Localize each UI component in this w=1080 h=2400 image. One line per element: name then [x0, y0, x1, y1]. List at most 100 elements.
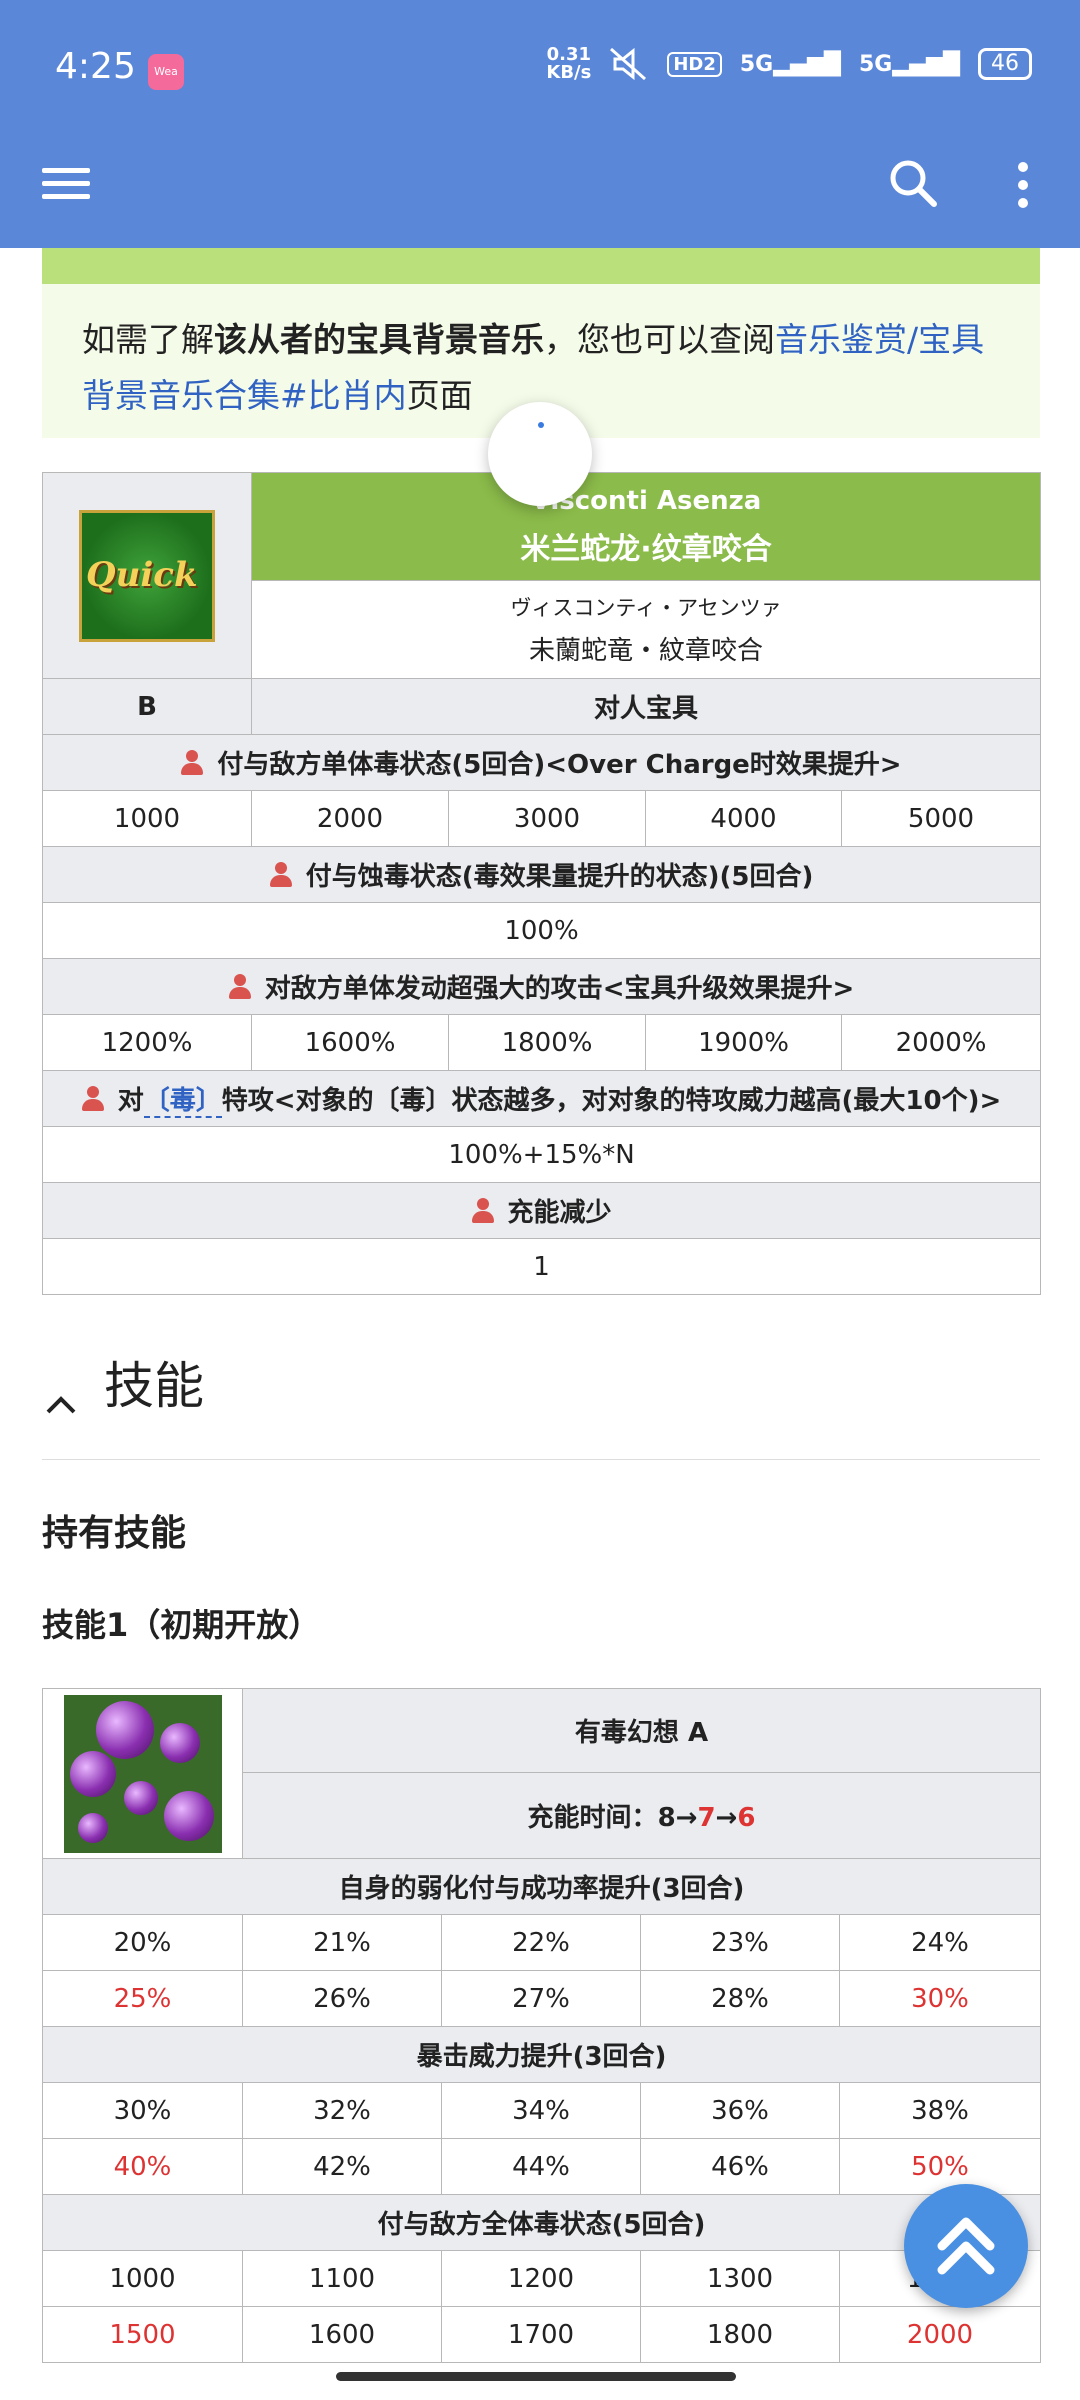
np-effect-4-pre: 对	[117, 1086, 144, 1116]
hamburger-menu-icon[interactable]	[42, 160, 98, 216]
noble-phantasm-table: Quick Visconti Asenza 米兰蛇龙·纹章咬合 ヴィスコンティ・…	[41, 472, 1042, 1295]
skill-1-effect-2-value: 32%	[242, 2082, 442, 2139]
more-options-icon[interactable]	[1008, 154, 1038, 218]
network-speed: 0.31 KB/s	[546, 46, 591, 82]
notice-text-pre: 如需了解	[82, 320, 214, 359]
np-effect-1-value: 3000	[448, 790, 646, 847]
skill-1-effect-1-value: 26%	[242, 1970, 442, 2027]
np-name-cn: 米兰蛇龙·纹章咬合	[520, 531, 772, 567]
poison-status-link[interactable]: 〔毒〕	[143, 1086, 222, 1118]
status-bar: 4:25 Wea 0.31 KB/s HD2 5G▂▄▆█ 5G▂▄▆█ 46	[0, 0, 1080, 140]
scroll-to-top-button[interactable]	[904, 2184, 1028, 2308]
chevron-up-icon[interactable]	[44, 1386, 78, 1420]
skill-1-effect-2-value: 34%	[441, 2082, 641, 2139]
notice-text-post: 页面	[406, 376, 473, 415]
skills-section-title: 技能	[104, 1357, 204, 1415]
np-effect-4: 对〔毒〕特攻<对象的〔毒〕状态越多，对对象的特攻威力越高(最大10个)>	[41, 1070, 1042, 1127]
signal-5g-label-2: 5G	[858, 51, 893, 77]
battery-icon: 46	[978, 48, 1032, 80]
np-effect-3-value: 1900%	[645, 1014, 842, 1071]
skill-1-name: 有毒幻想 A	[242, 1688, 1041, 1773]
notice-text-mid: ，您也可以查阅	[544, 320, 775, 359]
skill-1-effect-3-value: 1100	[242, 2250, 442, 2307]
skill-1-effect-3-value: 1200	[441, 2250, 641, 2307]
skill-1-effect-3-value: 2000	[839, 2306, 1041, 2363]
status-icons: 0.31 KB/s HD2 5G▂▄▆█ 5G▂▄▆█ 46	[546, 46, 1032, 82]
np-effect-1-value: 4000	[645, 790, 842, 847]
np-effect-5-value: 1	[41, 1238, 1042, 1295]
loading-spinner	[488, 402, 592, 506]
skill-1-effect-2-value: 46%	[640, 2138, 840, 2195]
np-effect-3-value: 2000%	[840, 1014, 1042, 1071]
skill-1-cooldown: 充能时间：8→7→6	[242, 1772, 1041, 1859]
np-rank: B	[42, 678, 252, 735]
skill-1-effect-1-value: 25%	[42, 1970, 243, 2027]
np-effect-5: 充能减少	[41, 1182, 1042, 1239]
skill-1-effect-2-value: 40%	[42, 2138, 243, 2195]
notification-app-icon: Wea	[148, 54, 184, 90]
skill-1-effect-1-value: 27%	[441, 1970, 641, 2027]
np-effect-3-label: 对敌方单体发动超强大的攻击<宝具升级效果提升>	[264, 974, 855, 1004]
signal-5g-icon-2: 5G▂▄▆█	[858, 51, 960, 77]
skill-1-effect-1-value: 30%	[839, 1970, 1041, 2027]
skill-1-effect-2-value: 42%	[242, 2138, 442, 2195]
person-icon	[81, 1086, 104, 1112]
owned-skills-heading: 持有技能	[42, 1513, 187, 1554]
skill-1-effect-2-value: 30%	[42, 2082, 243, 2139]
np-jp-name-cell: ヴィスコンティ・アセンツァ 未蘭蛇竜・紋章咬合	[250, 580, 1042, 679]
np-jp-name: 未蘭蛇竜・紋章咬合	[529, 636, 764, 666]
cooldown-arrow: →	[715, 1803, 738, 1833]
np-effect-1-value: 2000	[251, 790, 449, 847]
np-jp-reading: ヴィスコンティ・アセンツァ	[510, 596, 782, 620]
person-icon	[471, 1198, 494, 1224]
status-time: 4:25	[55, 46, 136, 87]
skill-1-effect-3-value: 1000	[42, 2250, 243, 2307]
np-effect-1-value: 1000	[42, 790, 252, 847]
person-icon	[228, 974, 251, 1000]
np-effect-1-value: 5000	[840, 790, 1042, 847]
np-effect-2-label: 付与蚀毒状态(毒效果量提升的状态)(5回合)	[305, 862, 814, 892]
np-effect-3-value: 1800%	[448, 1014, 646, 1071]
skill-1-effect-2: 暴击威力提升(3回合)	[42, 2026, 1041, 2083]
np-effect-4-post: 特攻<对象的〔毒〕状态越多，对对象的特攻威力越高(最大10个)>	[221, 1086, 1002, 1116]
np-effect-4-value: 100%+15%*N	[41, 1126, 1042, 1183]
gesture-home-bar[interactable]	[336, 2372, 736, 2381]
signal-5g-label-1: 5G	[739, 51, 774, 77]
skill-1-effect-1-value: 21%	[242, 1914, 442, 1971]
skill-1-effect-1-value: 20%	[42, 1914, 243, 1971]
skill-1-effect-1-value: 22%	[441, 1914, 641, 1971]
cooldown-start: 8→	[657, 1803, 698, 1833]
skill-1-table: 有毒幻想 A 充能时间：8→7→6 自身的弱化付与成功率提升(3回合) 20% …	[42, 1688, 1041, 2363]
search-icon[interactable]	[880, 150, 946, 216]
mute-icon	[610, 47, 647, 81]
np-name-en: Visconti Asenza	[530, 485, 762, 516]
poison-bubbles-skill-icon	[63, 1694, 222, 1853]
skill-1-effect-3-value: 1800	[640, 2306, 840, 2363]
np-card-cell: Quick	[42, 472, 252, 679]
skill-1-effect-2-value: 44%	[441, 2138, 641, 2195]
skills-section-header[interactable]: 技能	[42, 1340, 1040, 1460]
np-effect-5-label: 充能减少	[507, 1198, 612, 1228]
np-effect-2-value: 100%	[41, 902, 1042, 959]
cooldown-label: 充能时间：	[527, 1803, 658, 1833]
skill-1-effect-3-value: 1300	[640, 2250, 840, 2307]
hd-voice-icon: HD2	[667, 51, 722, 77]
notice-text-bold: 该从者的宝具背景音乐	[214, 320, 544, 359]
np-effect-1-label: 付与敌方单体毒状态(5回合)<Over Charge时效果提升>	[217, 750, 902, 780]
notice-header-strip	[42, 248, 1040, 284]
app-bar	[0, 140, 1080, 248]
skill-1-effect-2-value: 38%	[839, 2082, 1041, 2139]
skill-1-effect-3-value: 1600	[242, 2306, 442, 2363]
skill-1-effect-2-value: 36%	[640, 2082, 840, 2139]
network-speed-unit: KB/s	[546, 62, 592, 83]
person-icon	[269, 862, 292, 888]
signal-5g-icon-1: 5G▂▄▆█	[739, 51, 841, 77]
skill-1-effect-1-value: 23%	[640, 1914, 840, 1971]
cooldown-end: 6	[737, 1803, 756, 1833]
skill-icon-cell	[42, 1688, 243, 1859]
cooldown-mid: 7	[697, 1803, 716, 1833]
np-effect-1: 付与敌方单体毒状态(5回合)<Over Charge时效果提升>	[41, 734, 1042, 791]
np-effect-3: 对敌方单体发动超强大的攻击<宝具升级效果提升>	[41, 958, 1042, 1015]
np-name-header: Visconti Asenza 米兰蛇龙·纹章咬合	[250, 472, 1042, 581]
skill-1-effect-1-value: 24%	[839, 1914, 1041, 1971]
